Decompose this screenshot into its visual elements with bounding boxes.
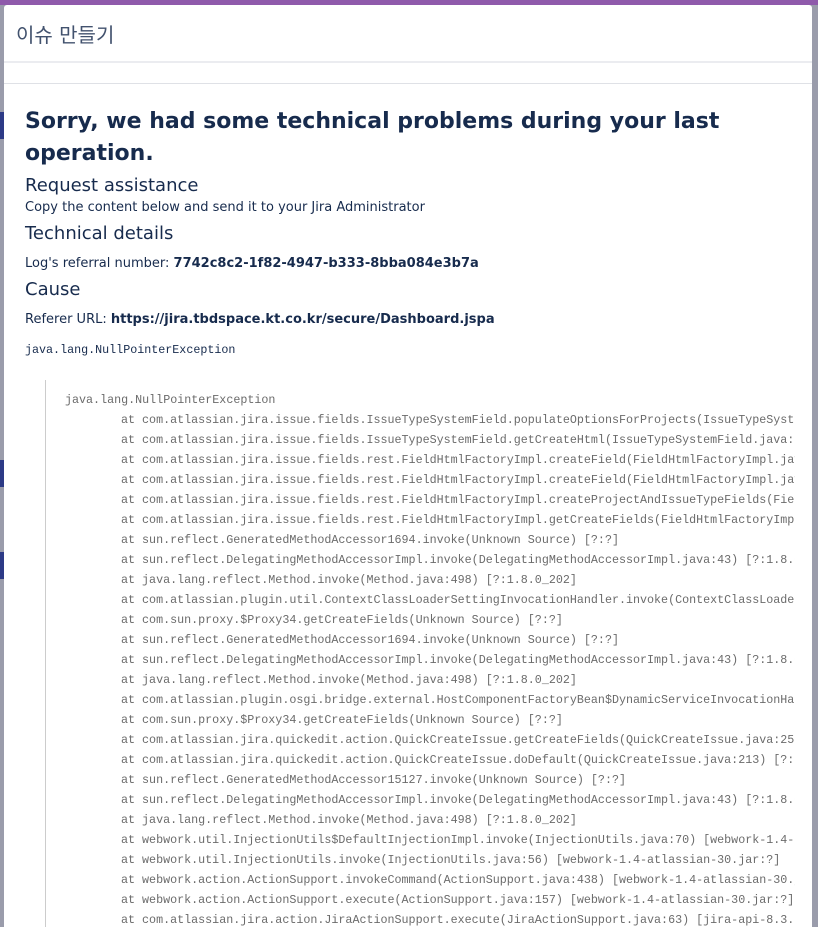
stack-trace-line: at com.atlassian.jira.quickedit.action.Q… (121, 733, 795, 747)
log-referral-number: 7742c8c2-1f82-4947-b333-8bba084e3b7a (173, 256, 479, 271)
stack-trace-line: at com.sun.proxy.$Proxy34.getCreateField… (121, 613, 563, 627)
stack-trace-line: at com.atlassian.jira.action.JiraActionS… (121, 913, 795, 927)
log-referral: Log's referral number: 7742c8c2-1f82-494… (25, 254, 791, 274)
stack-trace-line: at com.atlassian.jira.issue.fields.rest.… (121, 473, 795, 487)
stack-trace-line: at com.atlassian.jira.issue.fields.rest.… (121, 453, 795, 467)
referer-url: Referer URL: https://jira.tbdspace.kt.co… (25, 310, 791, 330)
create-issue-dialog: 이슈 만들기 Sorry, we had some technical prob… (4, 5, 812, 927)
stack-trace-line: at com.atlassian.jira.issue.fields.rest.… (121, 493, 795, 507)
stack-trace-line: at com.atlassian.jira.issue.fields.rest.… (121, 513, 795, 527)
request-assistance-heading: Request assistance (25, 175, 199, 196)
stack-trace-line: at com.atlassian.jira.quickedit.action.Q… (121, 753, 795, 767)
stack-trace-line: at sun.reflect.GeneratedMethodAccessor16… (121, 633, 619, 647)
stack-trace-line: at com.atlassian.jira.issue.fields.Issue… (121, 433, 795, 447)
stack-trace-line: at webwork.util.InjectionUtils.invoke(In… (121, 853, 781, 867)
dialog-title: 이슈 만들기 (16, 22, 115, 47)
stack-trace-line: at java.lang.reflect.Method.invoke(Metho… (121, 813, 577, 827)
error-heading: Sorry, we had some technical problems du… (25, 109, 720, 166)
request-assistance-text: Copy the content below and send it to yo… (25, 200, 425, 215)
stack-trace-line: at sun.reflect.DelegatingMethodAccessorI… (121, 553, 795, 567)
dialog-divider (4, 63, 812, 84)
stack-trace-line: at sun.reflect.DelegatingMethodAccessorI… (121, 653, 795, 667)
stack-trace-line: at java.lang.reflect.Method.invoke(Metho… (121, 673, 577, 687)
stack-trace: java.lang.NullPointerException at com.at… (45, 380, 795, 927)
stack-trace-exception: java.lang.NullPointerException (65, 393, 276, 407)
technical-details-heading: Technical details (25, 223, 174, 244)
log-referral-label: Log's referral number: (25, 256, 170, 271)
stack-trace-line: at sun.reflect.GeneratedMethodAccessor16… (121, 533, 619, 547)
stack-trace-line: at com.atlassian.plugin.osgi.bridge.exte… (121, 693, 795, 707)
cause-heading: Cause (25, 279, 81, 300)
stack-trace-line: at com.sun.proxy.$Proxy34.getCreateField… (121, 713, 563, 727)
stack-trace-line: at sun.reflect.GeneratedMethodAccessor15… (121, 773, 626, 787)
referer-url-label: Referer URL: (25, 312, 107, 327)
stack-trace-line: at webwork.action.ActionSupport.invokeCo… (121, 873, 795, 887)
exception-name: java.lang.NullPointerException (25, 343, 236, 357)
dialog-header: 이슈 만들기 (4, 5, 812, 63)
stack-trace-line: at com.atlassian.plugin.util.ContextClas… (121, 593, 795, 607)
stack-trace-line: at java.lang.reflect.Method.invoke(Metho… (121, 573, 577, 587)
referer-url-value: https://jira.tbdspace.kt.co.kr/secure/Da… (110, 312, 495, 327)
stack-trace-line: at webwork.action.ActionSupport.execute(… (121, 893, 795, 907)
stack-trace-line: at webwork.util.InjectionUtils$DefaultIn… (121, 833, 795, 847)
error-content: Sorry, we had some technical problems du… (4, 106, 812, 927)
stack-trace-line: at com.atlassian.jira.issue.fields.Issue… (121, 413, 795, 427)
stack-trace-line: at sun.reflect.DelegatingMethodAccessorI… (121, 793, 795, 807)
